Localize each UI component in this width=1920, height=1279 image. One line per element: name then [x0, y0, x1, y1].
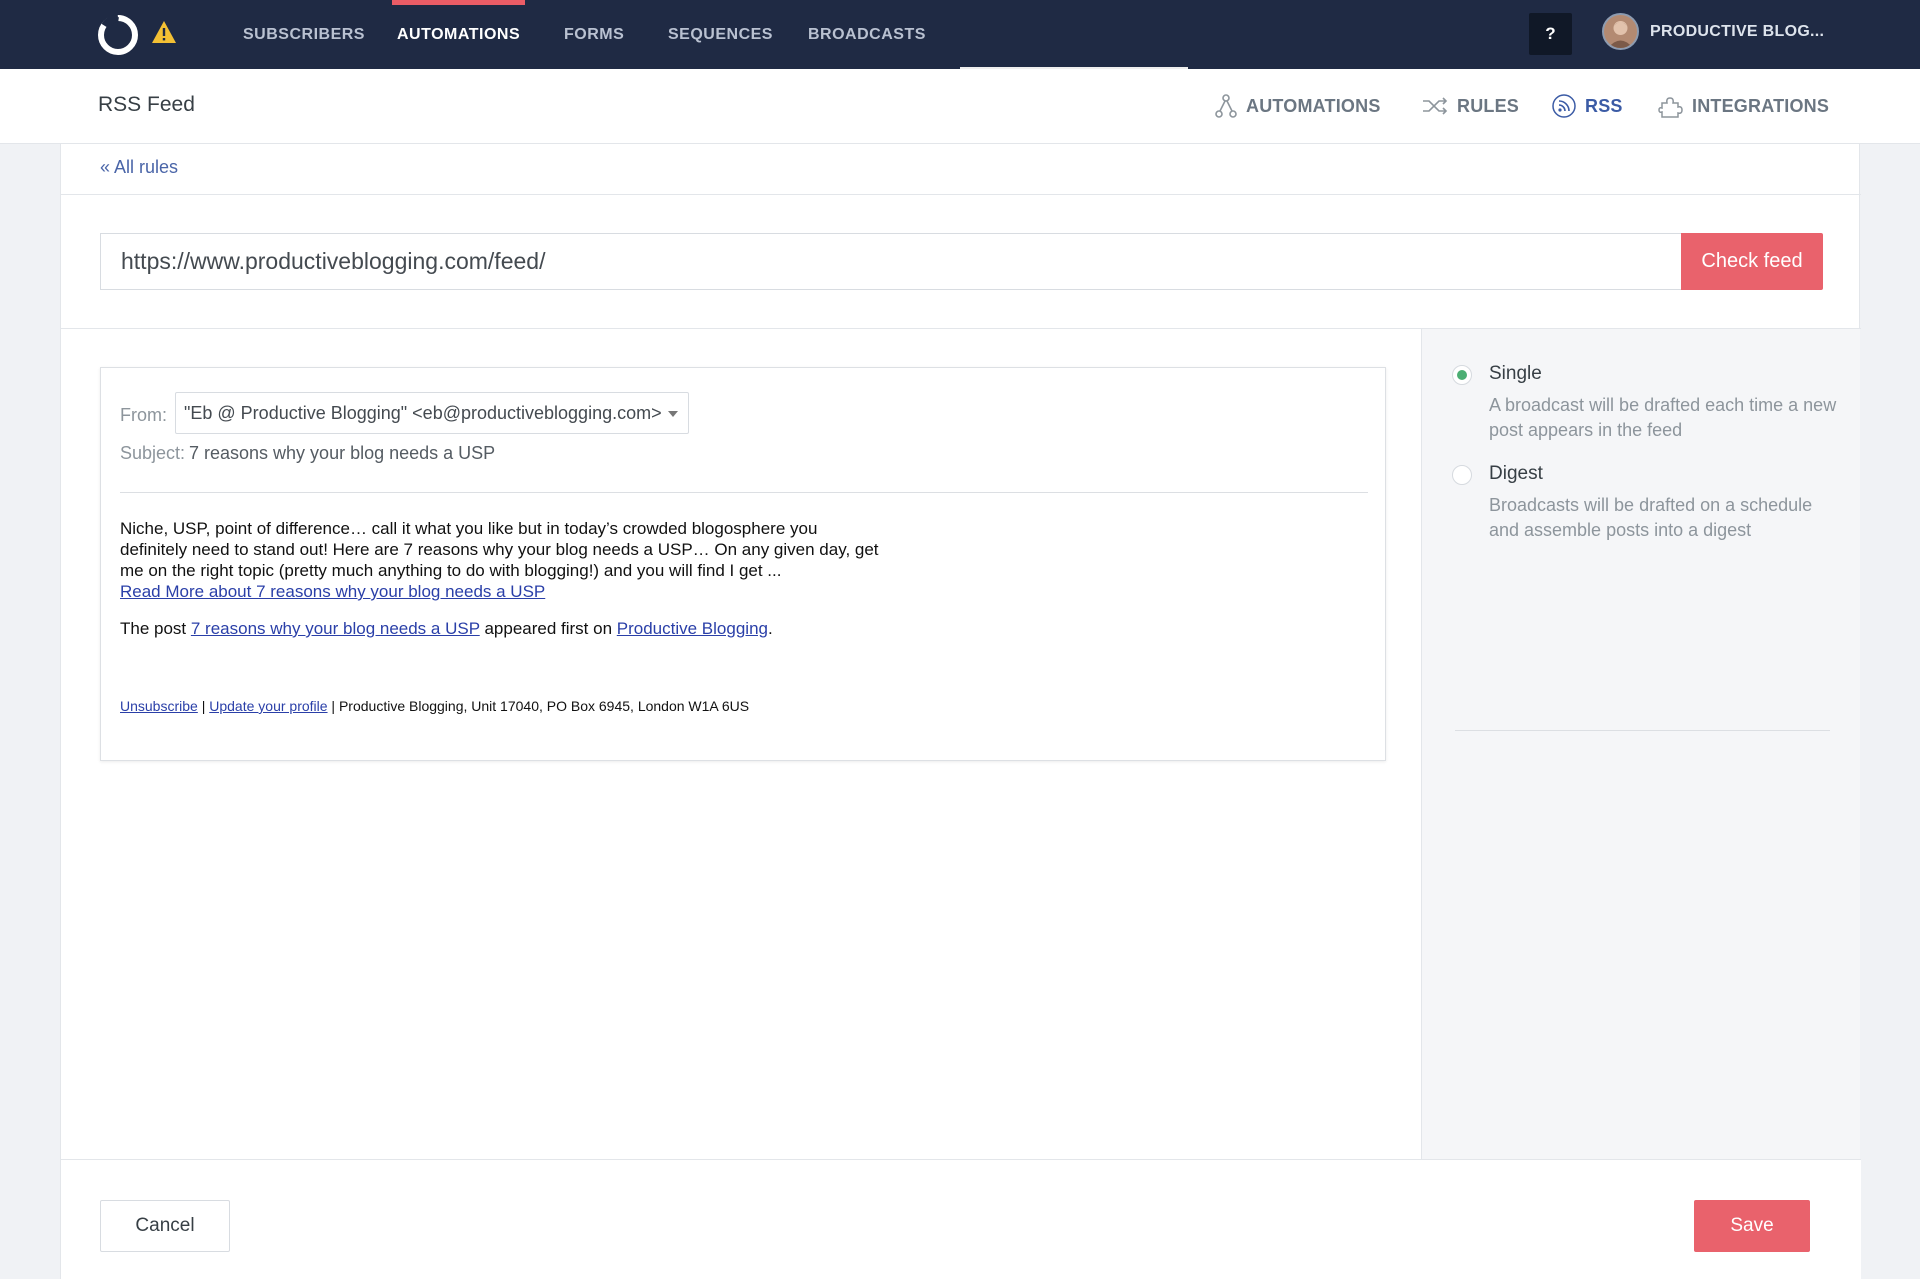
from-label: From:: [120, 405, 167, 425]
post-suffix: .: [767, 619, 773, 638]
rss-rule-card: « All rules Check feed From: "Eb @ Produ…: [60, 144, 1861, 1279]
unsubscribe-link[interactable]: Unsubscribe: [120, 698, 198, 714]
nav-broadcasts[interactable]: BROADCASTS: [808, 0, 926, 69]
tab-automations-label: AUTOMATIONS: [1246, 96, 1381, 116]
breadcrumb: « All rules: [61, 144, 1861, 195]
feed-url-row: Check feed: [61, 195, 1861, 329]
update-profile-link[interactable]: Update your profile: [209, 698, 327, 714]
help-button[interactable]: ?: [1529, 13, 1572, 55]
nav-forms[interactable]: FORMS: [564, 0, 624, 69]
nav-subscribers[interactable]: SUBSCRIBERS: [243, 0, 365, 69]
footer-separator: |: [197, 698, 210, 714]
email-preview: From: "Eb @ Productive Blogging" <eb@pro…: [100, 367, 1386, 761]
action-bar: Cancel Save: [61, 1159, 1861, 1279]
top-navbar: SUBSCRIBERS AUTOMATIONS FORMS SEQUENCES …: [0, 0, 1920, 69]
automation-flow-icon: [1215, 94, 1237, 118]
puzzle-icon: [1658, 97, 1683, 118]
avatar[interactable]: [1602, 13, 1639, 50]
tab-rules-label: RULES: [1457, 96, 1520, 116]
chevron-down-icon: [668, 411, 678, 417]
sub-header: RSS Feed AUTOMATIONS RULES RSS INTEGRATI…: [0, 69, 1920, 144]
footer-address: | Productive Blogging, Unit 17040, PO Bo…: [327, 698, 750, 714]
nav-sequences[interactable]: SEQUENCES: [668, 0, 773, 69]
digest-description: Broadcasts will be drafted on a schedule…: [1489, 495, 1813, 540]
user-menu[interactable]: PRODUCTIVE BLOG...: [1650, 0, 1824, 63]
post-link[interactable]: 7 reasons why your blog needs a USP: [191, 619, 480, 638]
divider: [120, 492, 1368, 493]
digest-label[interactable]: Digest: [1489, 463, 1543, 485]
avatar-image-icon: [1604, 15, 1637, 48]
tab-integrations-label: INTEGRATIONS: [1692, 96, 1830, 116]
from-select[interactable]: "Eb @ Productive Blogging" <eb@productiv…: [175, 392, 689, 434]
shuffle-icon: [1423, 97, 1448, 115]
single-label[interactable]: Single: [1489, 363, 1542, 385]
tab-integrations[interactable]: INTEGRATIONS: [1658, 94, 1829, 118]
tab-rss[interactable]: RSS: [1552, 94, 1623, 118]
email-footer: Unsubscribe | Update your profile | Prod…: [120, 698, 749, 714]
post-prefix: The post: [120, 619, 191, 638]
read-more-link[interactable]: Read More about 7 reasons why your blog …: [120, 582, 545, 601]
single-description: A broadcast will be drafted each time a …: [1489, 395, 1837, 440]
subject-value: 7 reasons why your blog needs a USP: [189, 443, 496, 463]
feed-url-input[interactable]: [100, 233, 1686, 290]
save-button[interactable]: Save: [1694, 1200, 1810, 1252]
single-radio[interactable]: [1452, 365, 1472, 385]
email-excerpt: Niche, USP, point of difference… call it…: [120, 519, 879, 580]
settings-pane: Single A broadcast will be drafted each …: [1421, 329, 1860, 1159]
all-rules-link[interactable]: « All rules: [100, 157, 178, 178]
tab-rules[interactable]: RULES: [1422, 94, 1519, 118]
divider: [1455, 730, 1830, 731]
email-body: Niche, USP, point of difference… call it…: [120, 518, 880, 602]
post-middle: appeared first on: [479, 619, 617, 638]
check-feed-button[interactable]: Check feed: [1681, 233, 1823, 290]
warning-icon[interactable]: [151, 20, 177, 44]
cancel-button[interactable]: Cancel: [100, 1200, 230, 1252]
from-value: "Eb @ Productive Blogging" <eb@productiv…: [184, 403, 662, 423]
convertkit-logo-icon[interactable]: [97, 14, 139, 56]
email-preview-pane: From: "Eb @ Productive Blogging" <eb@pro…: [61, 329, 1421, 1159]
subject-label: Subject:: [120, 443, 186, 463]
page-title: RSS Feed: [98, 93, 195, 116]
tab-automations[interactable]: AUTOMATIONS: [1215, 94, 1381, 118]
nav-automations[interactable]: AUTOMATIONS: [391, 0, 526, 69]
tab-rss-label: RSS: [1585, 96, 1623, 116]
site-link[interactable]: Productive Blogging: [617, 619, 768, 638]
digest-radio[interactable]: [1452, 465, 1472, 485]
post-attribution: The post 7 reasons why your blog needs a…: [120, 619, 773, 639]
rss-icon: [1552, 94, 1576, 118]
